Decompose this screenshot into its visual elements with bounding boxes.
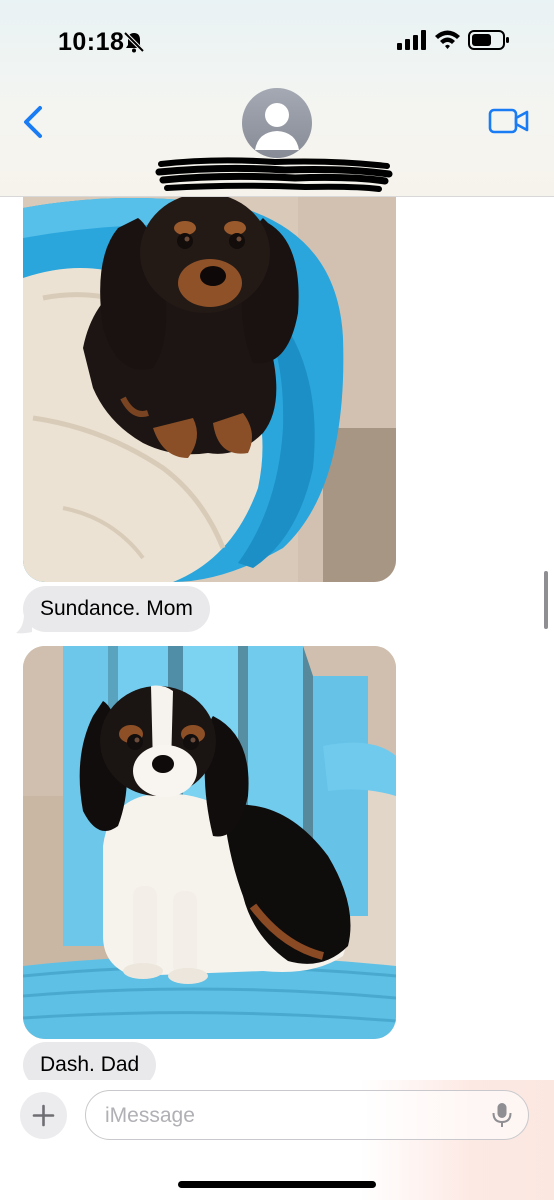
battery-icon bbox=[468, 30, 509, 50]
bubble-tail bbox=[16, 614, 32, 634]
status-time: 10:18 bbox=[58, 28, 125, 56]
dog-photo-image bbox=[23, 168, 396, 582]
message-text: Sundance. Mom bbox=[40, 597, 193, 620]
contact-avatar[interactable] bbox=[242, 88, 312, 158]
plus-icon bbox=[32, 1104, 55, 1127]
cellular-signal-icon bbox=[397, 30, 426, 50]
conversation-header: 10:18 bbox=[0, 0, 554, 197]
chevron-left-icon[interactable] bbox=[20, 104, 46, 140]
bell-slash-icon bbox=[123, 31, 145, 53]
add-attachment-button[interactable] bbox=[20, 1092, 67, 1139]
dog-photo-image bbox=[23, 646, 396, 1039]
video-camera-icon[interactable] bbox=[488, 106, 530, 136]
message-bubble-incoming[interactable]: Sundance. Mom bbox=[23, 586, 210, 632]
home-indicator[interactable] bbox=[178, 1181, 376, 1188]
message-input[interactable] bbox=[103, 1091, 487, 1140]
microphone-icon[interactable] bbox=[490, 1102, 514, 1128]
message-input-container[interactable] bbox=[85, 1090, 529, 1140]
scroll-indicator[interactable] bbox=[544, 571, 548, 629]
message-composer bbox=[0, 1080, 554, 1200]
message-photo-sundance[interactable] bbox=[23, 168, 396, 582]
person-silhouette-icon bbox=[255, 103, 299, 150]
wifi-icon bbox=[435, 30, 460, 49]
contact-name[interactable] bbox=[158, 158, 390, 194]
messages-screen: Sundance. Mom Dash. Dad 10:18 iMessage bbox=[0, 0, 554, 1200]
message-text: Dash. Dad bbox=[40, 1053, 140, 1076]
message-photo-dash[interactable] bbox=[23, 646, 396, 1039]
